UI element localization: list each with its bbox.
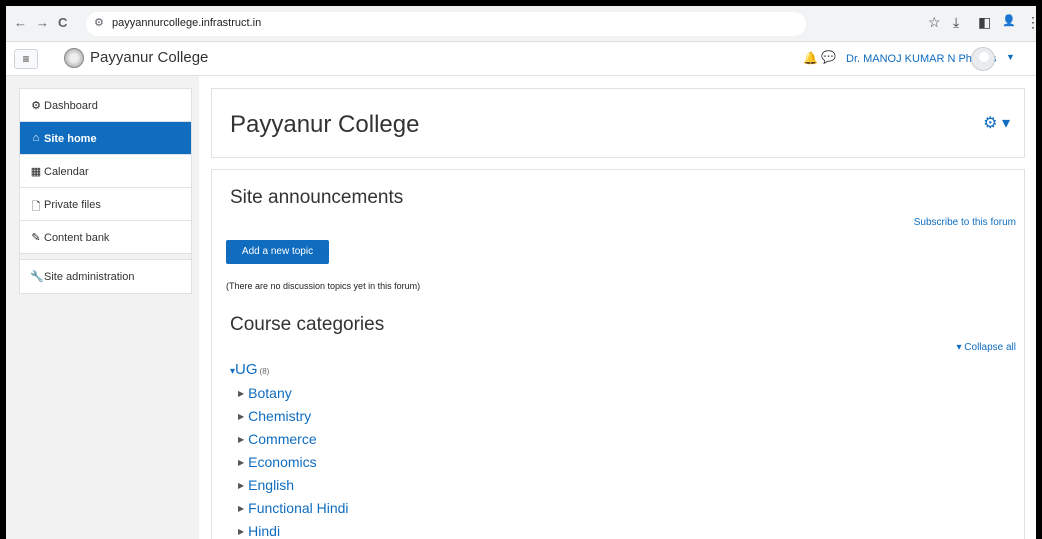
bookmark-star-icon[interactable]: ☆ [928, 14, 941, 31]
left-navigation: ⚙ Dashboard ⌂ Site home ▦ Calendar 🗋 Pri… [19, 88, 192, 294]
address-bar[interactable]: ⚙ payyannurcollege.infrastruct.in [86, 12, 806, 36]
file-icon: 🗋 [31, 201, 41, 213]
main-region: Payyanur College ⚙ ▾ Site announcements … [199, 76, 1036, 539]
url-text[interactable]: payyannurcollege.infrastruct.in [112, 17, 261, 29]
browser-toolbar: ← → C ⚙ payyannurcollege.infrastruct.in … [6, 6, 1036, 42]
browser-menu-icon[interactable]: ⋮ [1026, 14, 1036, 31]
category-item[interactable]: ▶ Commerce [238, 431, 317, 447]
profile-icon[interactable]: 👤 [1002, 14, 1016, 27]
no-discussions-text: (There are no discussion topics yet in t… [226, 281, 421, 291]
category-item[interactable]: ▶ Chemistry [238, 408, 311, 424]
page-header-card: Payyanur College ⚙ ▾ [211, 88, 1025, 158]
category-item[interactable]: ▶ Botany [238, 385, 292, 401]
category-item[interactable]: ▶ English [238, 477, 294, 493]
caret-right-icon[interactable]: ▶ [238, 481, 244, 490]
screen-frame: ← → C ⚙ payyannurcollege.infrastruct.in … [6, 6, 1036, 539]
caret-right-icon[interactable]: ▶ [238, 389, 244, 398]
download-icon[interactable]: ⤓ [953, 14, 959, 31]
forward-icon[interactable]: → [36, 15, 49, 30]
category-name[interactable]: UG [235, 361, 258, 378]
course-categories-heading: Course categories [230, 314, 385, 335]
caret-right-icon[interactable]: ▶ [238, 435, 244, 444]
caret-right-icon[interactable]: ▶ [238, 504, 244, 513]
nav-item-content-bank[interactable]: ✎ Content bank [20, 221, 191, 254]
category-item[interactable]: ▶ Hindi [238, 523, 280, 539]
nav-item-private-files[interactable]: 🗋 Private files [20, 188, 191, 221]
collapse-all-link[interactable]: ▾ Collapse all [957, 342, 1017, 353]
avatar[interactable] [971, 47, 995, 71]
page-title: Payyanur College [230, 111, 420, 138]
wrench-icon: 🔧 [30, 271, 44, 283]
nav-item-site-administration[interactable]: 🔧 Site administration [20, 260, 191, 293]
nav-item-site-home[interactable]: ⌂ Site home [20, 122, 191, 155]
site-name[interactable]: Payyanur College [90, 49, 208, 66]
category-item[interactable]: ▶ Economics [238, 454, 317, 470]
gear-icon[interactable]: ⚙ ▾ [983, 113, 1010, 133]
nav-item-label: Site administration [44, 271, 135, 283]
dashboard-icon: ⚙ [31, 100, 41, 112]
site-header: ≡ Payyanur College 🔔 💬 Dr. MANOJ KUMAR N… [6, 42, 1036, 76]
site-info-icon[interactable]: ⚙ [94, 16, 104, 29]
subscribe-forum-link[interactable]: Subscribe to this forum [914, 217, 1016, 228]
category-link[interactable]: Chemistry [248, 408, 311, 424]
caret-right-icon[interactable]: ▶ [238, 527, 244, 536]
category-ug[interactable]: ▾UG (8) [230, 361, 269, 378]
category-link[interactable]: Commerce [248, 431, 316, 447]
category-link[interactable]: Functional Hindi [248, 500, 348, 516]
nav-item-calendar[interactable]: ▦ Calendar [20, 155, 191, 188]
chevron-down-icon[interactable]: ▼ [1006, 52, 1015, 62]
nav-item-dashboard[interactable]: ⚙ Dashboard [20, 89, 191, 122]
back-icon[interactable]: ← [14, 15, 27, 30]
nav-item-label: Content bank [44, 232, 110, 244]
category-link[interactable]: Botany [248, 385, 292, 401]
category-link[interactable]: Economics [248, 454, 316, 470]
notifications-icon[interactable]: 🔔 [803, 51, 818, 65]
messages-icon[interactable]: 💬 [821, 50, 836, 64]
nav-item-label: Site home [44, 133, 97, 145]
brush-icon: ✎ [31, 232, 41, 244]
college-logo [64, 48, 84, 68]
content-card: Site announcements Subscribe to this for… [211, 169, 1025, 539]
calendar-icon: ▦ [30, 166, 42, 178]
category-count: (8) [259, 367, 270, 376]
nav-item-label: Dashboard [44, 100, 98, 112]
nav-item-label: Private files [44, 199, 101, 211]
nav-item-label: Calendar [44, 166, 89, 178]
add-new-topic-button[interactable]: Add a new topic [226, 240, 329, 264]
side-panel-icon[interactable]: ◧ [978, 14, 991, 31]
category-link[interactable]: Hindi [248, 523, 280, 539]
category-item[interactable]: ▶ Functional Hindi [238, 500, 349, 516]
caret-right-icon[interactable]: ▶ [238, 412, 244, 421]
hamburger-menu-button[interactable]: ≡ [14, 49, 38, 69]
reload-icon[interactable]: C [58, 15, 67, 30]
announcements-heading: Site announcements [230, 187, 404, 208]
home-icon: ⌂ [32, 132, 40, 144]
caret-right-icon[interactable]: ▶ [238, 458, 244, 467]
category-link[interactable]: English [248, 477, 294, 493]
